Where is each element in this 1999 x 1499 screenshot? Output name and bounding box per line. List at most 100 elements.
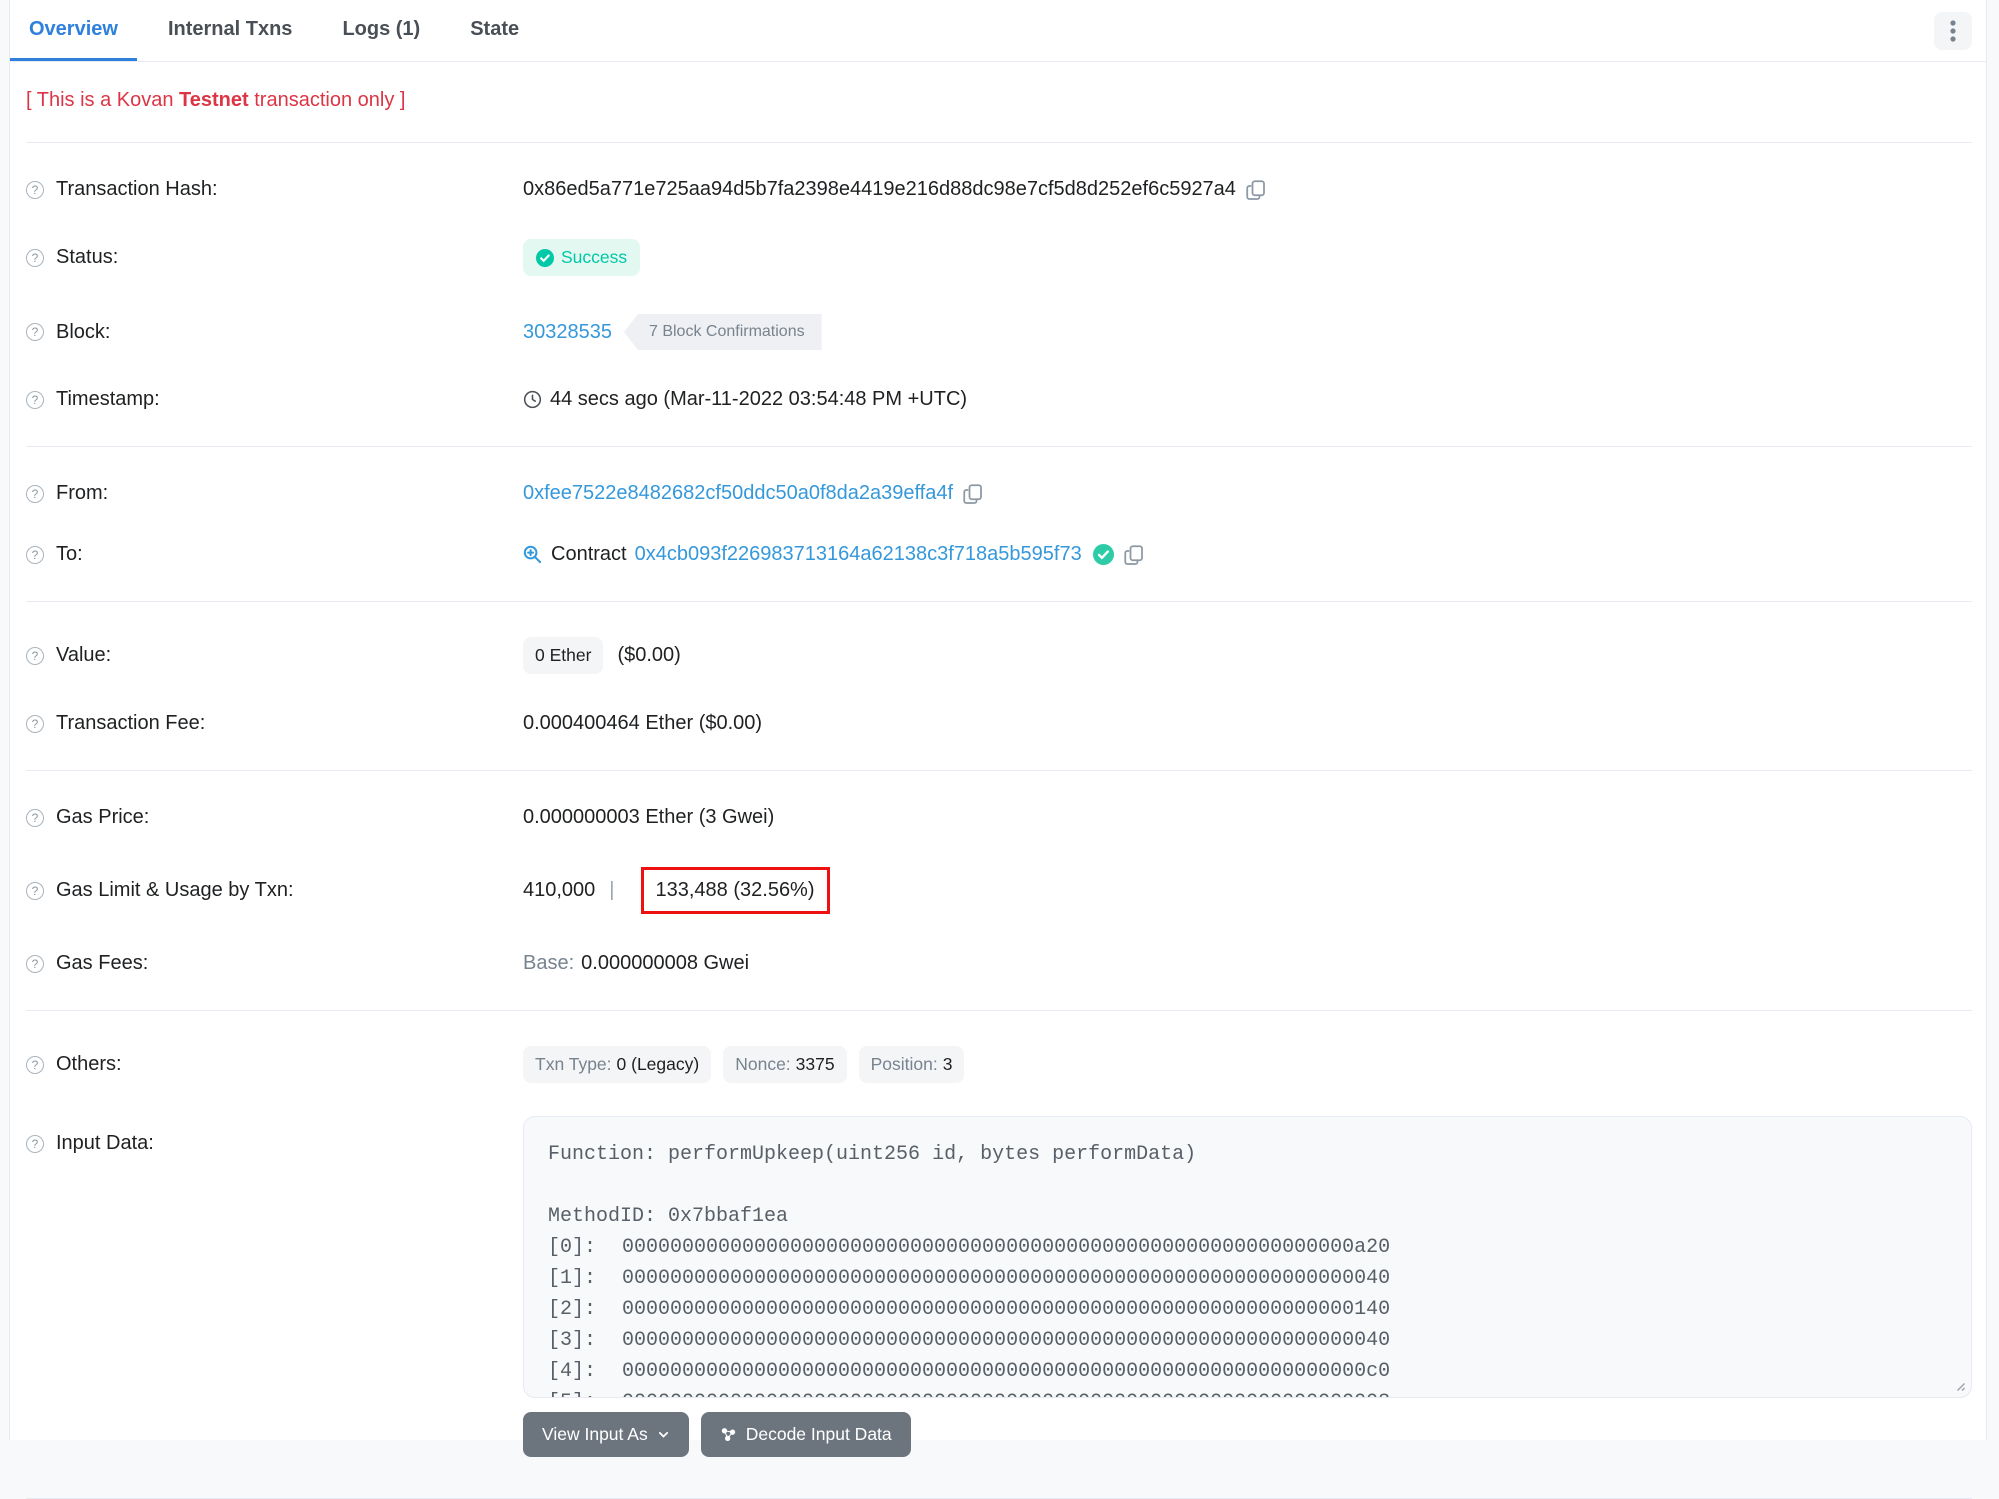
highlight-box: 133,488 (32.56%) [640, 867, 830, 914]
input-hex-row: [4]: 000000000000000000000000000000000000… [548, 1360, 1391, 1383]
status-badge: Success [523, 239, 641, 276]
resize-grip-icon[interactable] [1952, 1378, 1966, 1392]
row-from: ? From: 0xfee7522e8482682cf50ddc50a0f8da… [26, 463, 1972, 524]
block-label: Block: [56, 320, 111, 343]
copy-to-address-button[interactable] [1124, 544, 1144, 565]
copy-icon [1124, 544, 1143, 565]
help-icon[interactable]: ? [26, 808, 44, 827]
from-label: From: [56, 482, 109, 504]
help-icon[interactable]: ? [26, 390, 44, 409]
verified-check-icon [1092, 544, 1114, 565]
gas-usage-value: 133,488 (32.56%) [655, 879, 815, 901]
tab-bar: Overview Internal Txns Logs (1) State [10, 0, 1986, 62]
to-contract-text: Contract [551, 543, 627, 565]
help-icon[interactable]: ? [26, 180, 44, 199]
row-gas-limit-usage: ? Gas Limit & Usage by Txn: 410,000 | 13… [26, 848, 1972, 933]
help-icon[interactable]: ? [26, 714, 44, 733]
block-number-link[interactable]: 30328535 [523, 321, 612, 344]
view-input-as-button[interactable]: View Input As [523, 1412, 689, 1457]
help-icon[interactable]: ? [26, 954, 44, 973]
input-hex-row: [3]: 000000000000000000000000000000000000… [548, 1329, 1391, 1352]
row-transaction-fee: ? Transaction Fee: 0.000400464 Ether ($0… [26, 693, 1972, 754]
copy-from-address-button[interactable] [963, 483, 983, 504]
kebab-menu-icon [1950, 20, 1956, 42]
gas-separator: | [609, 879, 615, 901]
row-transaction-hash: ? Transaction Hash: 0x86ed5a771e725aa94d… [26, 159, 1972, 220]
txn-type-badge: Txn Type: 0 (Legacy) [523, 1046, 712, 1083]
clock-icon [523, 390, 542, 409]
tab-internal-txns[interactable]: Internal Txns [149, 0, 311, 61]
row-input-data: ? Input Data: Function: performUpkeep(ui… [26, 1102, 1972, 1476]
value-usd: ($0.00) [617, 644, 681, 666]
section-addresses: ? From: 0xfee7522e8482682cf50ddc50a0f8da… [26, 447, 1972, 602]
help-icon[interactable]: ? [26, 248, 44, 267]
input-hex-row: [2]: 000000000000000000000000000000000000… [548, 1298, 1391, 1321]
caret-down-icon [658, 1431, 668, 1438]
tab-logs[interactable]: Logs (1) [323, 0, 439, 61]
row-gas-price: ? Gas Price: 0.000000003 Ether (3 Gwei) [26, 787, 1972, 848]
row-gas-fees: ? Gas Fees: Base: 0.000000008 Gwei [26, 933, 1972, 994]
gas-limit-label: Gas Limit & Usage by Txn: [56, 879, 294, 901]
transaction-fee-value: 0.000400464 Ether ($0.00) [523, 712, 763, 734]
help-icon[interactable]: ? [26, 545, 44, 564]
others-label: Others: [56, 1053, 122, 1075]
gas-fees-base-label: Base: [523, 952, 575, 974]
success-check-icon [536, 248, 554, 267]
more-options-button[interactable] [1934, 12, 1972, 50]
input-hex-row: [1]: 000000000000000000000000000000000000… [548, 1267, 1391, 1290]
input-hex-row: [5]:000000000000000000000000000000000000… [548, 1387, 1947, 1397]
testnet-notice-section: [ This is a Kovan Testnet transaction on… [26, 62, 1972, 143]
section-gas: ? Gas Price: 0.000000003 Ether (3 Gwei) … [26, 771, 1972, 1011]
block-confirmations-badge: 7 Block Confirmations [623, 314, 822, 350]
row-block: ? Block: 30328535 7 Block Confirmations [26, 295, 1972, 369]
gas-fees-base-value: 0.000000008 Gwei [581, 952, 750, 974]
transaction-hash-value: 0x86ed5a771e725aa94d5b7fa2398e4419e216d8… [523, 178, 1236, 200]
copy-hash-button[interactable] [1246, 179, 1266, 200]
section-overview-top: ? Transaction Hash: 0x86ed5a771e725aa94d… [26, 143, 1972, 447]
input-function-line: Function: performUpkeep(uint256 id, byte… [548, 1143, 1197, 1166]
gas-limit-value: 410,000 [523, 879, 596, 901]
help-icon[interactable]: ? [26, 323, 44, 341]
to-address-link[interactable]: 0x4cb093f226983713164a62138c3f718a5b595f… [635, 543, 1082, 566]
row-timestamp: ? Timestamp: 44 secs ago (Mar-11-2022 03… [26, 369, 1972, 430]
zoom-in-icon[interactable] [523, 545, 542, 564]
row-status: ? Status: Success [26, 220, 1972, 295]
row-others: ? Others: Txn Type: 0 (Legacy) Nonce: 3375… [26, 1027, 1972, 1102]
decode-icon [721, 1428, 735, 1441]
gas-fees-label: Gas Fees: [56, 952, 149, 974]
to-label: To: [56, 543, 83, 565]
value-label: Value: [56, 644, 112, 666]
section-value-fee: ? Value: 0 Ether ($0.00) ? Transaction F… [26, 602, 1972, 771]
position-badge: Position: 3 [858, 1046, 965, 1083]
tab-overview[interactable]: Overview [10, 0, 137, 61]
help-icon[interactable]: ? [26, 881, 44, 900]
tab-state[interactable]: State [451, 0, 538, 61]
status-label: Status: [56, 246, 119, 268]
timestamp-value: 44 secs ago (Mar-11-2022 03:54:48 PM +UT… [550, 388, 968, 410]
input-methodid-line: MethodID: 0x7bbaf1ea [548, 1205, 789, 1228]
decode-input-data-button[interactable]: Decode Input Data [700, 1412, 911, 1457]
transaction-hash-label: Transaction Hash: [56, 178, 218, 200]
input-data-actions: View Input As Decode Input Data [523, 1412, 1972, 1457]
row-to: ? To: Contract 0x4cb093f226983713164a621… [26, 524, 1972, 585]
nonce-badge: Nonce: 3375 [723, 1046, 847, 1083]
input-hex-row: [0]: 000000000000000000000000000000000000… [548, 1236, 1391, 1259]
transaction-fee-label: Transaction Fee: [56, 712, 206, 734]
section-others-input: ? Others: Txn Type: 0 (Legacy) Nonce: 3375… [26, 1011, 1972, 1499]
gas-price-value: 0.000000003 Ether (3 Gwei) [523, 806, 775, 828]
help-icon[interactable]: ? [26, 1134, 44, 1153]
from-address-link[interactable]: 0xfee7522e8482682cf50ddc50a0f8da2a39effa… [523, 482, 953, 505]
help-icon[interactable]: ? [26, 646, 44, 665]
timestamp-label: Timestamp: [56, 388, 160, 410]
input-data-label: Input Data: [56, 1132, 154, 1154]
copy-icon [963, 483, 982, 504]
gas-price-label: Gas Price: [56, 806, 150, 828]
copy-icon [1246, 179, 1265, 200]
testnet-notice: [ This is a Kovan Testnet transaction on… [26, 89, 406, 111]
ether-value-badge: 0 Ether [523, 637, 604, 674]
input-data-textarea[interactable]: Function: performUpkeep(uint256 id, byte… [523, 1116, 1972, 1398]
help-icon[interactable]: ? [26, 1055, 44, 1074]
row-value: ? Value: 0 Ether ($0.00) [26, 618, 1972, 693]
help-icon[interactable]: ? [26, 484, 44, 503]
transaction-detail-card: Overview Internal Txns Logs (1) State [ … [9, 0, 1987, 1499]
